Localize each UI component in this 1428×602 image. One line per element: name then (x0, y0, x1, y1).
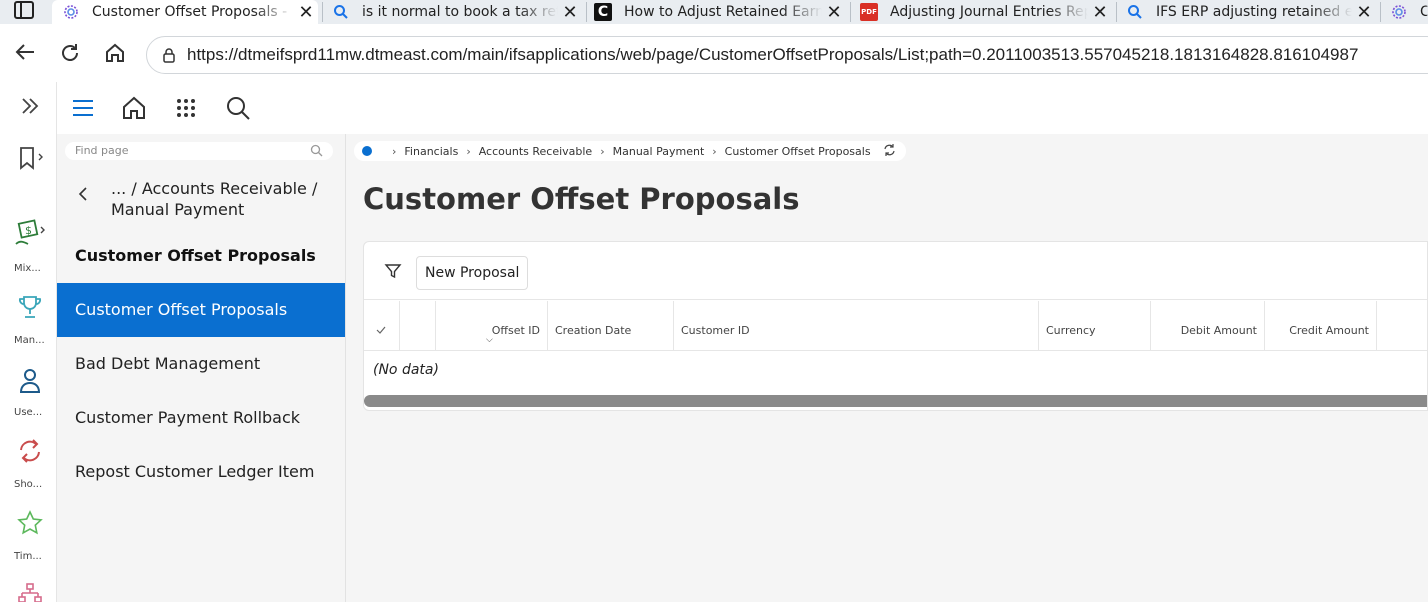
column-label: Customer ID (681, 324, 750, 337)
column-label: Creation Date (555, 324, 632, 337)
user-icon[interactable] (10, 366, 50, 398)
chevron-right-icon: › (392, 144, 397, 158)
chevron-right-icon: › (600, 144, 605, 158)
site-info-lock-icon[interactable] (161, 47, 177, 63)
tab-label: C (1420, 4, 1428, 20)
find-page-input[interactable]: Find page (65, 142, 333, 160)
list-toolbar: New Proposal (364, 242, 1427, 300)
find-page-placeholder: Find page (75, 144, 129, 157)
rail-label: Man... (14, 335, 45, 346)
column-label: Offset ID (491, 324, 540, 337)
reload-icon[interactable] (59, 42, 81, 69)
nav-item-repost-customer-ledger-item[interactable]: Repost Customer Ledger Item (57, 445, 345, 499)
app-rail: $ Mix... Man... Use... Sho... Tim... (0, 82, 57, 602)
navigator-heading: Customer Offset Proposals (75, 246, 316, 265)
rollback-arrows-icon[interactable] (10, 438, 50, 468)
rail-label: Tim... (14, 551, 42, 562)
ifs-swirl-icon (1390, 3, 1408, 21)
money-hand-icon[interactable]: $ (10, 218, 50, 252)
rail-label: Sho... (14, 479, 43, 490)
ifs-swirl-icon (62, 3, 80, 21)
close-tab-icon[interactable]: ✕ (294, 2, 318, 23)
home-icon[interactable] (104, 42, 126, 69)
tab-label: IFS ERP adjusting retained ea (1156, 4, 1352, 20)
breadcrumb-financials[interactable]: Financials (404, 145, 458, 158)
tab-label: How to Adjust Retained Earn (624, 4, 822, 20)
column-offset-id[interactable]: Offset ID ⌵ (436, 301, 548, 351)
navigator-panel: Find page ... / Accounts Receivable / Ma… (57, 134, 346, 602)
breadcrumb-customer-offset-proposals: Customer Offset Proposals (724, 144, 871, 158)
column-customer-id[interactable]: Customer ID (674, 301, 1039, 351)
search-icon (310, 144, 323, 163)
window-menu-icon[interactable] (14, 1, 34, 19)
column-label: Credit Amount (1289, 324, 1369, 337)
expand-rail-icon[interactable] (10, 96, 50, 120)
filter-icon[interactable] (384, 262, 402, 284)
apps-grid-icon[interactable] (172, 94, 200, 122)
back-arrow-icon[interactable] (14, 42, 36, 67)
close-tab-icon[interactable]: ✕ (558, 2, 582, 23)
c-logo-icon: C (594, 3, 612, 21)
rail-label: Use... (14, 407, 43, 418)
tab-label: Customer Offset Proposals - (92, 4, 288, 20)
column-label: Currency (1046, 324, 1096, 337)
app-header (57, 82, 1428, 134)
tab-label: Adjusting Journal Entries Rep (890, 4, 1088, 20)
svg-text:$: $ (25, 224, 32, 237)
horizontal-scrollbar[interactable] (364, 395, 1427, 407)
nav-item-customer-payment-rollback[interactable]: Customer Payment Rollback (57, 391, 345, 445)
tab-adjusting-journal-entries[interactable]: PDF Adjusting Journal Entries Rep ✕ (860, 0, 1112, 24)
close-tab-icon[interactable]: ✕ (1352, 2, 1376, 23)
proposals-list: New Proposal Offset ID ⌵ Creation Date C… (363, 241, 1428, 411)
bing-search-icon (1126, 3, 1144, 21)
close-tab-icon[interactable]: ✕ (1088, 2, 1112, 23)
column-overflow (1377, 301, 1428, 351)
chevron-right-icon: › (466, 144, 471, 158)
select-all-checkbox[interactable] (364, 301, 400, 351)
new-proposal-button[interactable]: New Proposal (416, 256, 529, 290)
home-dot-icon[interactable] (362, 146, 372, 156)
table-header: Offset ID ⌵ Creation Date Customer ID Cu… (364, 301, 1427, 351)
trophy-icon[interactable] (10, 294, 50, 324)
rail-label: Mix... (14, 263, 41, 274)
tab-tax-search[interactable]: is it normal to book a tax ret ✕ (332, 0, 582, 24)
address-bar: https://dtmeifsprd11mw.dtmeast.com/main/… (0, 24, 1428, 82)
tab-ifs-erp-search[interactable]: IFS ERP adjusting retained ea ✕ (1126, 0, 1376, 24)
nav-item-bad-debt-management[interactable]: Bad Debt Management (57, 337, 345, 391)
column-credit-amount[interactable]: Credit Amount (1265, 301, 1377, 351)
star-icon[interactable] (10, 510, 50, 540)
bookmarks-icon[interactable] (10, 146, 50, 174)
tab-customer-offset-proposals[interactable]: Customer Offset Proposals - ✕ (52, 0, 318, 24)
sort-chevron-down-icon[interactable]: ⌵ (486, 335, 493, 345)
column-currency[interactable]: Currency (1039, 301, 1151, 351)
tab-retained-earnings[interactable]: C How to Adjust Retained Earn ✕ (594, 0, 846, 24)
close-tab-icon[interactable]: ✕ (822, 2, 846, 23)
hamburger-menu-icon[interactable] (69, 94, 97, 122)
tab-overflow[interactable]: C (1390, 0, 1428, 24)
nav-item-customer-offset-proposals[interactable]: Customer Offset Proposals (57, 283, 345, 337)
hierarchy-icon[interactable] (10, 582, 50, 602)
column-label: Debit Amount (1180, 324, 1257, 337)
row-action-column (400, 301, 436, 351)
bing-search-icon (332, 3, 350, 21)
home-icon[interactable] (120, 94, 148, 122)
refresh-icon[interactable] (883, 143, 896, 159)
browser-tab-strip: Customer Offset Proposals - ✕ is it norm… (0, 0, 1428, 24)
empty-state-text: (No data) (373, 362, 439, 378)
chevron-right-icon: › (712, 144, 717, 158)
main-content: › Financials › Accounts Receivable › Man… (346, 134, 1428, 602)
url-field[interactable]: https://dtmeifsprd11mw.dtmeast.com/main/… (146, 36, 1428, 74)
column-creation-date[interactable]: Creation Date (548, 301, 674, 351)
breadcrumb-accounts-receivable[interactable]: Accounts Receivable (479, 145, 593, 158)
tab-label: is it normal to book a tax ret (362, 4, 558, 20)
search-icon[interactable] (224, 94, 252, 122)
navigator-back-chevron-icon[interactable] (77, 186, 89, 206)
url-text: https://dtmeifsprd11mw.dtmeast.com/main/… (187, 45, 1359, 64)
breadcrumb-manual-payment[interactable]: Manual Payment (613, 145, 705, 158)
navigator-path[interactable]: ... / Accounts Receivable / Manual Payme… (111, 178, 331, 220)
page-title: Customer Offset Proposals (363, 182, 800, 216)
column-debit-amount[interactable]: Debit Amount (1151, 301, 1265, 351)
breadcrumb: › Financials › Accounts Receivable › Man… (354, 141, 906, 161)
pdf-icon: PDF (860, 3, 878, 21)
